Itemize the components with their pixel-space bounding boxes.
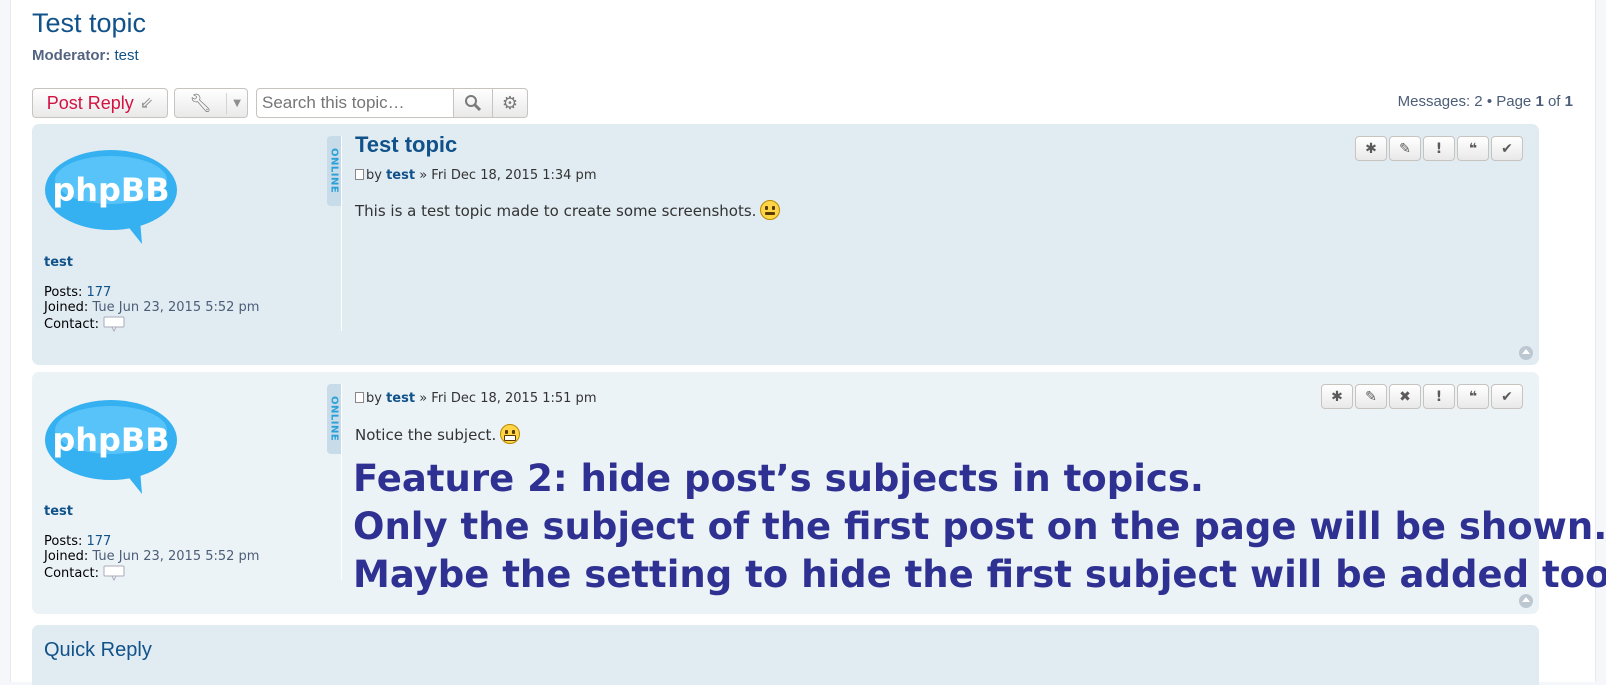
approve-button[interactable]: ✔	[1491, 384, 1523, 409]
annotation-line-2: Only the subject of the first post on th…	[353, 505, 1606, 548]
asterisk-icon: ✱	[1365, 140, 1377, 157]
post-subject[interactable]: Test topic	[355, 132, 457, 158]
moderator-link[interactable]: test	[115, 47, 139, 64]
topic-tools-button[interactable]: 🔧︎ ▼	[174, 88, 248, 118]
edit-button[interactable]: ✎	[1355, 384, 1387, 409]
profile-contact: Contact:	[44, 565, 125, 582]
quote-button[interactable]: ❝	[1457, 384, 1489, 409]
page-total: 1	[1564, 93, 1573, 110]
contact-icon[interactable]	[103, 316, 125, 333]
quote-icon: ❝	[1468, 140, 1478, 157]
search-input[interactable]	[256, 88, 454, 118]
profile-posts: Posts: 177	[44, 534, 112, 549]
delete-button[interactable]: ✖	[1389, 384, 1421, 409]
advanced-search-button[interactable]: ⚙	[492, 88, 528, 118]
warn-button[interactable]: ✱	[1321, 384, 1353, 409]
post-content: Notice the subject.	[355, 424, 521, 444]
post-meta: by test » Fri Dec 18, 2015 1:51 pm	[355, 391, 596, 406]
check-icon: ✔	[1501, 388, 1513, 405]
post-content: This is a test topic made to create some…	[355, 200, 781, 220]
search-icon	[465, 95, 482, 112]
post-link-icon[interactable]	[355, 392, 364, 403]
quick-reply-panel: Quick Reply	[32, 625, 1539, 685]
page: Test topic Moderator: test Post Reply ⇙ …	[10, 0, 1606, 685]
moderator-label: Moderator:	[32, 47, 111, 64]
profile-joined: Joined: Tue Jun 23, 2015 5:52 pm	[44, 300, 260, 315]
pencil-icon: ✎	[1365, 388, 1377, 405]
asterisk-icon: ✱	[1331, 388, 1343, 405]
posts-count-link[interactable]: 177	[87, 534, 112, 549]
post-1: phpBB test Posts: 177 Joined: Tue Jun 23…	[32, 124, 1539, 365]
wrench-icon: 🔧︎	[175, 92, 228, 114]
quote-icon: ❝	[1468, 388, 1478, 405]
post-link-icon[interactable]	[355, 169, 364, 180]
search-button[interactable]	[453, 88, 493, 118]
profile-posts: Posts: 177	[44, 285, 112, 300]
check-icon: ✔	[1501, 140, 1513, 157]
avatar[interactable]: phpBB	[44, 398, 178, 494]
post-date: » Fri Dec 18, 2015 1:34 pm	[419, 168, 597, 183]
avatar-text: phpBB	[52, 171, 169, 209]
author-name[interactable]: test	[44, 504, 73, 519]
page-title[interactable]: Test topic	[32, 8, 146, 39]
approve-button[interactable]: ✔	[1491, 136, 1523, 161]
quote-button[interactable]: ❝	[1457, 136, 1489, 161]
smiley-icon	[500, 424, 521, 444]
post-actions: ✱ ✎ ! ❝ ✔	[1355, 136, 1523, 161]
post-reply-label: Post Reply	[46, 92, 134, 113]
feature-annotation: Feature 2: hide post’s subjects in topic…	[353, 455, 1606, 599]
online-badge: ONLINE	[327, 136, 341, 206]
messages-count: Messages: 2 • Page	[1397, 93, 1532, 110]
author-name[interactable]: test	[44, 255, 73, 270]
avatar[interactable]: phpBB	[44, 148, 178, 244]
gear-icon: ⚙	[501, 92, 519, 114]
chevron-down-icon[interactable]: ▼	[227, 98, 247, 109]
warn-button[interactable]: ✱	[1355, 136, 1387, 161]
reply-arrow-icon: ⇙	[139, 95, 154, 112]
close-icon: ✖	[1399, 388, 1411, 405]
post-date: » Fri Dec 18, 2015 1:51 pm	[419, 391, 597, 406]
online-badge: ONLINE	[327, 384, 341, 454]
posts-count-link[interactable]: 177	[87, 285, 112, 300]
annotation-line-3: Maybe the setting to hide the first subj…	[353, 553, 1606, 596]
edit-button[interactable]: ✎	[1389, 136, 1421, 161]
report-button[interactable]: !	[1423, 136, 1455, 161]
profile-joined: Joined: Tue Jun 23, 2015 5:52 pm	[44, 549, 260, 564]
page-current: 1	[1535, 93, 1544, 110]
exclamation-icon: !	[1435, 140, 1443, 157]
post-actions: ✱ ✎ ✖ ! ❝ ✔	[1321, 384, 1523, 409]
quick-reply-title: Quick Reply	[44, 639, 152, 661]
post-author-link[interactable]: test	[386, 168, 415, 183]
post-divider	[341, 384, 342, 580]
pagination: Messages: 2 • Page 1 of 1	[1398, 93, 1573, 110]
post-meta: by test » Fri Dec 18, 2015 1:34 pm	[355, 168, 596, 183]
exclamation-icon: !	[1435, 388, 1443, 405]
page-of: of	[1547, 93, 1561, 110]
profile-contact: Contact:	[44, 316, 125, 333]
avatar-text: phpBB	[52, 421, 169, 459]
contact-icon[interactable]	[103, 565, 125, 582]
smiley-icon	[760, 200, 781, 220]
annotation-line-1: Feature 2: hide post’s subjects in topic…	[353, 457, 1204, 500]
post-author-link[interactable]: test	[386, 391, 415, 406]
moderator-line: Moderator: test	[32, 47, 139, 64]
post-reply-button[interactable]: Post Reply ⇙	[32, 88, 168, 118]
pencil-icon: ✎	[1399, 140, 1411, 157]
back-to-top-icon[interactable]	[1519, 346, 1533, 360]
post-divider	[341, 136, 342, 331]
report-button[interactable]: !	[1423, 384, 1455, 409]
